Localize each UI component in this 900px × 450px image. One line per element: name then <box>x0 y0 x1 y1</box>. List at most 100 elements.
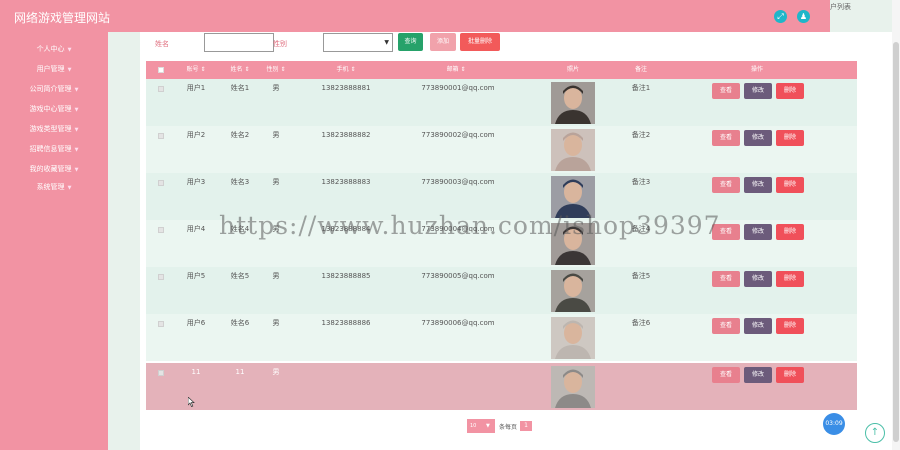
sidebar-item-recruitment[interactable]: 招聘信息管理 ▼ <box>0 140 108 158</box>
edit-button[interactable]: 修改 <box>744 224 772 240</box>
cell-note: 备注3 <box>631 178 651 186</box>
gender-label: 性别 <box>273 40 287 48</box>
sidebar-item-game-types[interactable]: 游戏类型管理 ▼ <box>0 120 108 138</box>
page-size-select[interactable]: 10 ▼ <box>467 419 495 433</box>
cell-phone <box>306 363 386 381</box>
sidebar-item-company[interactable]: 公司简介管理 ▼ <box>0 80 108 98</box>
user-photo <box>551 366 595 408</box>
fullscreen-icon[interactable]: ⤢ <box>774 10 787 23</box>
row-checkbox[interactable] <box>158 86 164 92</box>
chevron-down-icon: ▼ <box>485 423 490 429</box>
edit-button[interactable]: 修改 <box>744 83 772 99</box>
cell-note: 备注2 <box>631 131 651 139</box>
row-checkbox[interactable] <box>158 227 164 233</box>
scrollbar-thumb[interactable] <box>893 42 899 442</box>
cell-account: 用户6 <box>186 319 206 327</box>
top-bar: 网络游戏管理网站 ⤢ ♟ <box>0 0 830 32</box>
sidebar-item-users[interactable]: 用户管理 ▼ <box>0 60 108 78</box>
watermark: https://www.huzhan.com/ishop39397 <box>219 211 721 240</box>
cell-account: 用户2 <box>186 131 206 139</box>
table-row: 11 11 男 查看 修改 删除 <box>146 363 857 410</box>
sidebar-item-label: 招聘信息管理 <box>29 145 72 153</box>
cell-gender: 男 <box>272 368 280 376</box>
cell-email: 773890003@qq.com <box>421 178 495 186</box>
column-header[interactable]: 姓名 ⇕ <box>225 61 255 79</box>
delete-button[interactable]: 删除 <box>776 271 804 287</box>
cell-gender: 男 <box>272 319 280 327</box>
gender-select[interactable]: ▼ <box>323 33 393 52</box>
column-header[interactable]: 账号 ⇕ <box>181 61 211 79</box>
row-checkbox[interactable] <box>158 180 164 186</box>
sidebar-item-game-center[interactable]: 游戏中心管理 ▼ <box>0 100 108 118</box>
sidebar-item-personal-center[interactable]: 个人中心 ▼ <box>0 40 108 58</box>
row-checkbox[interactable] <box>158 133 164 139</box>
delete-button[interactable]: 删除 <box>776 224 804 240</box>
cell-email <box>410 363 506 381</box>
edit-button[interactable]: 修改 <box>744 318 772 334</box>
table-header: 账号 ⇕ 姓名 ⇕ 性别 ⇕ 手机 ⇕ 邮箱 ⇕ 照片 备注 操作 <box>146 61 857 79</box>
delete-button[interactable]: 删除 <box>776 130 804 146</box>
row-checkbox[interactable] <box>158 321 164 327</box>
sidebar-item-system[interactable]: 系统管理 ▼ <box>0 178 108 196</box>
per-page-label: 条每页 <box>499 424 518 431</box>
row-checkbox[interactable] <box>158 370 164 376</box>
chevron-down-icon: ▼ <box>74 127 79 133</box>
cell-gender: 男 <box>272 131 280 139</box>
chevron-down-icon: ▼ <box>74 167 79 173</box>
user-photo <box>551 317 595 359</box>
cell-account: 用户1 <box>186 84 206 92</box>
cell-account: 用户3 <box>186 178 206 186</box>
sidebar-item-favorites[interactable]: 我的收藏管理 ▼ <box>0 160 108 178</box>
sidebar-item-label: 公司简介管理 <box>29 85 72 93</box>
select-all-checkbox[interactable] <box>158 67 164 73</box>
sidebar-item-label: 我的收藏管理 <box>29 165 72 173</box>
cell-note <box>621 363 661 381</box>
query-button[interactable]: 查询 <box>398 33 423 51</box>
sidebar-item-label: 游戏类型管理 <box>29 125 72 133</box>
sidebar-item-label: 游戏中心管理 <box>29 105 72 113</box>
row-checkbox[interactable] <box>158 274 164 280</box>
cell-note: 备注1 <box>631 84 651 92</box>
delete-button[interactable]: 删除 <box>776 177 804 193</box>
view-button[interactable]: 查看 <box>712 271 740 287</box>
cell-account: 用户5 <box>186 272 206 280</box>
cell-gender: 男 <box>272 84 280 92</box>
column-header[interactable]: 性别 ⇕ <box>261 61 291 79</box>
view-button[interactable]: 查看 <box>712 318 740 334</box>
back-to-top-icon[interactable]: ↑ <box>865 423 885 443</box>
view-button[interactable]: 查看 <box>712 83 740 99</box>
edit-button[interactable]: 修改 <box>744 367 772 383</box>
cell-name: 姓名6 <box>230 319 250 327</box>
column-header[interactable]: 邮箱 ⇕ <box>426 61 486 79</box>
cell-account: 用户4 <box>186 225 206 233</box>
chevron-down-icon: ▼ <box>74 147 79 153</box>
cell-note: 备注5 <box>631 272 651 280</box>
user-icon[interactable]: ♟ <box>797 10 810 23</box>
edit-button[interactable]: 修改 <box>744 177 772 193</box>
table-row: 用户6 姓名6 男 13823888886 773890006@qq.com 备注6 查看修… <box>146 314 857 361</box>
cell-phone: 13823888885 <box>321 272 371 280</box>
batch-delete-button[interactable]: 批量删除 <box>460 33 500 51</box>
edit-button[interactable]: 修改 <box>744 130 772 146</box>
timer-badge[interactable]: 03:09 <box>823 413 845 435</box>
user-photo <box>551 129 595 171</box>
name-search-input[interactable] <box>204 33 274 52</box>
add-button[interactable]: 添加 <box>430 33 456 51</box>
cell-email: 773890005@qq.com <box>421 272 495 280</box>
delete-button[interactable]: 删除 <box>776 83 804 99</box>
delete-button[interactable]: 删除 <box>776 318 804 334</box>
view-button[interactable]: 查看 <box>712 130 740 146</box>
cell-gender: 男 <box>272 178 280 186</box>
name-label: 姓名 <box>155 40 169 48</box>
cell-account: 11 <box>191 368 201 376</box>
column-header: 备注 <box>634 66 647 73</box>
cell-phone: 13823888886 <box>321 319 371 327</box>
column-header[interactable]: 手机 ⇕ <box>321 61 371 79</box>
view-button[interactable]: 查看 <box>712 177 740 193</box>
chevron-down-icon: ▼ <box>67 67 72 73</box>
table-row: 用户1 姓名1 男 13823888881 773890001@qq.com 备注1 查看修… <box>146 79 857 126</box>
delete-button[interactable]: 删除 <box>776 367 804 383</box>
edit-button[interactable]: 修改 <box>744 271 772 287</box>
view-button[interactable]: 查看 <box>712 367 740 383</box>
page-number[interactable]: 1 <box>520 421 532 431</box>
